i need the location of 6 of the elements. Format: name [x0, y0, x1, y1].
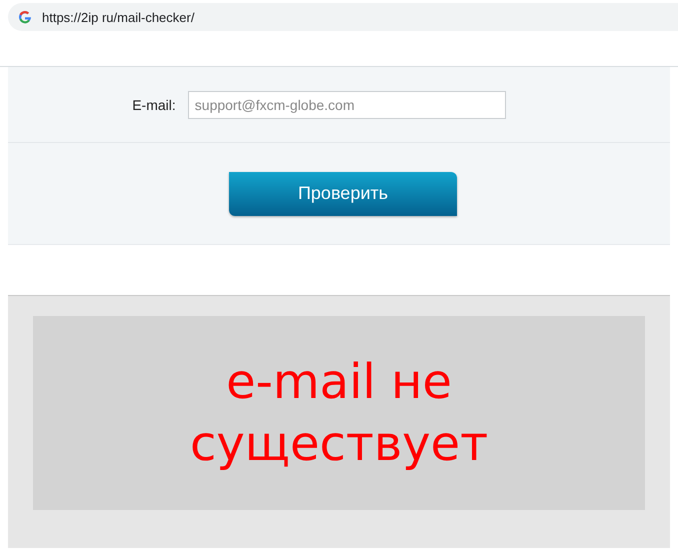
email-label: E-mail:	[132, 96, 176, 112]
result-message: e-mail не существует	[188, 352, 490, 474]
check-button[interactable]: Проверить	[229, 172, 457, 216]
email-field[interactable]: support@fxcm-globe.com	[188, 90, 506, 118]
address-bar-url[interactable]: https://2ip ru/mail-checker/	[42, 10, 194, 24]
google-icon	[18, 10, 32, 24]
